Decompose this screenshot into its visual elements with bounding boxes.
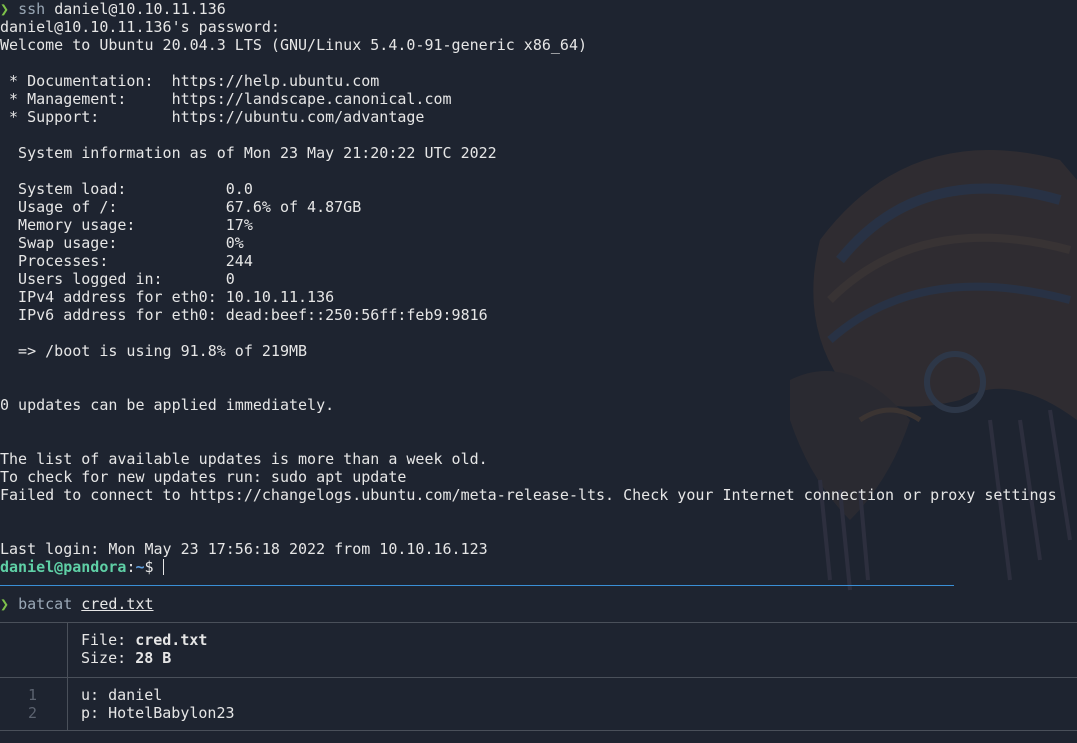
batcat-header: File: cred.txt Size: 28 B: [0, 623, 1077, 677]
output-line: * Management: https://landscape.canonica…: [0, 90, 452, 108]
remote-prompt[interactable]: daniel@pandora:~$: [0, 558, 1077, 576]
batcat-body: 1 2 u: daniel p: HotelBabylon23: [0, 678, 1077, 730]
file-size: 28 B: [135, 649, 172, 667]
command-argument: cred.txt: [81, 595, 154, 613]
line-number: 1: [27, 686, 37, 704]
batcat-gutter-line: [67, 678, 68, 730]
line-number: 2: [27, 704, 37, 722]
prompt-user-host: daniel@pandora: [0, 558, 127, 576]
batcat-gutter-line: [67, 623, 68, 677]
ssh-session: ❯ ssh daniel@10.10.11.136 daniel@10.10.1…: [0, 0, 1077, 576]
output-line: IPv4 address for eth0: 10.10.11.136: [0, 288, 335, 306]
prompt-arrow-icon: ❯: [0, 595, 10, 613]
output-line: 0 updates can be applied immediately.: [0, 396, 335, 414]
command-argument: daniel@10.10.11.136: [54, 0, 226, 18]
batcat-output: File: cred.txt Size: 28 B 1 2 u: daniel …: [0, 622, 1077, 731]
file-content-line: p: HotelBabylon23: [81, 704, 235, 722]
size-label: Size:: [81, 649, 136, 667]
command-name: ssh: [18, 0, 46, 18]
output-line: => /boot is using 91.8% of 219MB: [0, 342, 308, 360]
output-line: * Support: https://ubuntu.com/advantage: [0, 108, 425, 126]
command-line-batcat: ❯ batcat cred.txt: [0, 595, 154, 613]
output-line: Memory usage: 17%: [0, 216, 253, 234]
output-line: Failed to connect to https://changelogs.…: [0, 486, 1057, 504]
output-line: Processes: 244: [0, 252, 253, 270]
output-line: System information as of Mon 23 May 21:2…: [0, 144, 497, 162]
file-label: File:: [81, 631, 136, 649]
file-name-row: File: cred.txt: [81, 631, 207, 649]
output-line: The list of available updates is more th…: [0, 450, 488, 468]
output-line: * Documentation: https://help.ubuntu.com: [0, 72, 380, 90]
prompt-symbol: $: [144, 558, 163, 576]
output-line: To check for new updates run: sudo apt u…: [0, 468, 407, 486]
output-line: Welcome to Ubuntu 20.04.3 LTS (GNU/Linux…: [0, 36, 587, 54]
prompt-arrow-icon: ❯: [0, 0, 10, 18]
command-line-ssh: ❯ ssh daniel@10.10.11.136: [0, 0, 1077, 18]
output-line: Swap usage: 0%: [0, 234, 244, 252]
command-name: batcat: [18, 595, 73, 613]
file-size-row: Size: 28 B: [81, 649, 207, 667]
output-line: System load: 0.0: [0, 180, 253, 198]
pane-divider: [0, 585, 954, 586]
output-line: Users logged in: 0: [0, 270, 235, 288]
terminal-window[interactable]: { "session": { "prompt_symbol": "❯", "ss…: [0, 0, 1077, 743]
output-line: IPv6 address for eth0: dead:beef::250:56…: [0, 306, 488, 324]
batcat-rule: [0, 730, 1077, 731]
output-line: Last login: Mon May 23 17:56:18 2022 fro…: [0, 540, 488, 558]
output-line: daniel@10.10.11.136's password:: [0, 18, 280, 36]
text-cursor: [162, 559, 164, 575]
file-name: cred.txt: [135, 631, 208, 649]
file-content-line: u: daniel: [81, 686, 163, 704]
prompt-path: ~: [135, 558, 145, 576]
output-line: Usage of /: 67.6% of 4.87GB: [0, 198, 362, 216]
